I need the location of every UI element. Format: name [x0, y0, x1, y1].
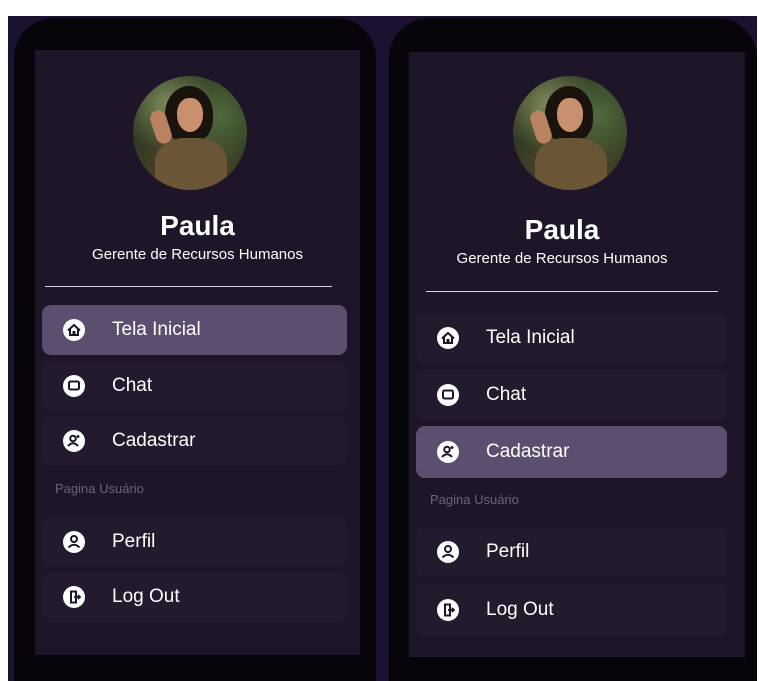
menu-item-chat[interactable]: Chat: [42, 361, 347, 411]
avatar[interactable]: [513, 76, 627, 190]
menu-item-tela-inicial[interactable]: Tela Inicial: [416, 313, 727, 363]
menu-item-label: Chat: [112, 375, 153, 396]
avatar-face: [177, 98, 203, 132]
home-icon: [62, 318, 86, 342]
section-label: Pagina Usuário: [55, 481, 144, 496]
user-icon: [62, 530, 86, 554]
menu-item-log-out[interactable]: Log Out: [42, 572, 347, 622]
section-label: Pagina Usuário: [430, 492, 519, 507]
menu-item-log-out[interactable]: Log Out: [416, 584, 727, 636]
avatar[interactable]: [133, 76, 247, 190]
divider: [426, 291, 718, 292]
menu-item-label: Tela Inicial: [112, 319, 201, 340]
menu-item-perfil[interactable]: Perfil: [42, 517, 347, 567]
divider: [45, 286, 332, 287]
menu-item-label: Log Out: [486, 599, 554, 620]
profile-name: Paula: [524, 214, 600, 245]
chat-icon: [62, 374, 86, 398]
menu-item-label: Chat: [486, 384, 527, 405]
chat-icon: [436, 383, 460, 407]
menu-item-label: Log Out: [112, 586, 180, 607]
menu-item-tela-inicial[interactable]: Tela Inicial: [42, 305, 347, 355]
menu-item-cadastrar[interactable]: Cadastrar: [42, 416, 347, 466]
home-icon: [436, 326, 460, 350]
menu-item-label: Perfil: [112, 531, 156, 552]
profile-role: Gerente de Recursos Humanos: [456, 250, 668, 267]
add-user-icon: [62, 429, 86, 453]
avatar-body: [155, 138, 227, 190]
menu-item-perfil[interactable]: Perfil: [416, 527, 727, 577]
profile-name: Paula: [160, 210, 235, 241]
menu-item-chat[interactable]: Chat: [416, 370, 727, 420]
menu-item-label: Tela Inicial: [486, 327, 575, 348]
sidebar-panel-left: Paula Gerente de Recursos Humanos Tela I…: [35, 50, 360, 655]
avatar-face: [557, 98, 583, 132]
profile-role: Gerente de Recursos Humanos: [92, 246, 303, 263]
menu-item-label: Cadastrar: [112, 430, 196, 451]
menu-item-label: Cadastrar: [486, 441, 570, 462]
sidebar-panel-right: Paula Gerente de Recursos Humanos Tela I…: [409, 52, 745, 657]
menu-item-label: Perfil: [486, 541, 530, 562]
logout-icon: [436, 598, 460, 622]
menu-item-cadastrar[interactable]: Cadastrar: [416, 426, 727, 478]
logout-icon: [62, 585, 86, 609]
user-icon: [436, 540, 460, 564]
avatar-body: [535, 138, 607, 190]
add-user-icon: [436, 440, 460, 464]
